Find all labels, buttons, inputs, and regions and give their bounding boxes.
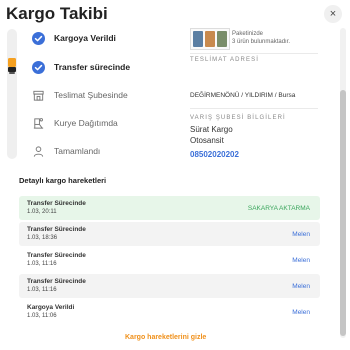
step-label: Kargoya Verildi <box>54 33 116 43</box>
history-row: Kargoya Verildi 1.03, 11:06 Melen <box>19 300 320 324</box>
delivery-address: DEĞİRMENÖNÜ / YILDIRIM / Bursa <box>190 92 296 99</box>
history-row: Transfer Sürecinde 1.03, 11:16 Melen <box>19 274 320 298</box>
step-transfer: Transfer sürecinde <box>30 59 130 75</box>
history-list: Transfer Sürecinde 1.03, 20:11 SAKARYA A… <box>19 196 320 326</box>
progress-track <box>7 29 17 159</box>
close-icon: × <box>329 8 337 20</box>
truck-icon <box>7 58 17 74</box>
step-label: Transfer sürecinde <box>54 62 131 72</box>
scrollbar[interactable] <box>340 28 346 338</box>
step-label: Tamamlandı <box>54 146 101 156</box>
history-row: Transfer Sürecinde 1.03, 20:11 SAKARYA A… <box>19 196 320 220</box>
person-icon <box>30 143 46 159</box>
step-teslimat-subesinde: Teslimat Şubesinde <box>30 87 128 103</box>
step-tamamlandi: Tamamlandı <box>30 143 100 159</box>
step-label: Kurye Dağıtımda <box>54 118 118 128</box>
hide-history-button[interactable]: Kargo hareketlerini gizle <box>125 334 206 341</box>
branch-name: Otosansit <box>190 136 224 145</box>
step-kurye-dagitimda: Kurye Dağıtımda <box>30 115 118 131</box>
page-title: Kargo Takibi <box>6 4 108 23</box>
delivery-address-heading: TESLİMAT ADRESİ <box>190 57 259 63</box>
courier-icon <box>30 115 46 131</box>
check-circle-icon <box>30 30 46 46</box>
product-thumbnails[interactable] <box>190 28 230 50</box>
divider <box>190 108 318 109</box>
branch-info-heading: VARIŞ ŞUBESİ BİLGİLERİ <box>190 115 286 121</box>
step-kargoya-verildi: Kargoya Verildi <box>30 30 116 46</box>
branch-phone-link[interactable]: 08502020202 <box>190 150 239 159</box>
history-row: Transfer Sürecinde 1.03, 18:36 Melen <box>19 222 320 246</box>
store-icon <box>30 87 46 103</box>
close-button[interactable]: × <box>324 5 342 23</box>
history-row: Transfer Sürecinde 1.03, 11:16 Melen <box>19 248 320 272</box>
check-circle-icon <box>30 59 46 75</box>
step-label: Teslimat Şubesinde <box>54 90 128 100</box>
history-title: Detaylı kargo hareketleri <box>19 176 107 185</box>
package-summary: Paketinizde 3 ürün bulunmaktadır. <box>232 31 291 45</box>
scrollbar-thumb[interactable] <box>340 90 346 336</box>
divider <box>190 53 318 54</box>
branch-carrier: Sürat Kargo <box>190 125 233 134</box>
